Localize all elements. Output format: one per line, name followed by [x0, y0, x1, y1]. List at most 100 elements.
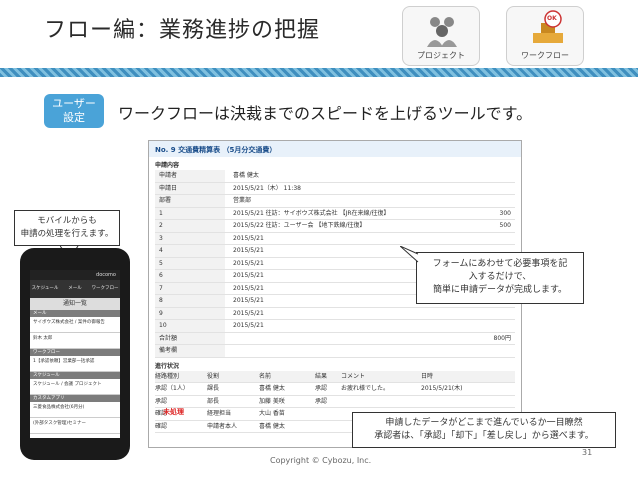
form-row: 申請日 2015/5/21（木） 11:38 [155, 182, 515, 195]
progress-header: 名前 [259, 372, 272, 380]
form-row-amount: 800円 [493, 334, 511, 342]
progress-cell [421, 396, 481, 408]
progress-header: 結果 [315, 372, 328, 380]
phone-row[interactable]: サイボウズ株式会社 / 案件の御報告 [30, 317, 120, 333]
workflow-label: ワークフロー [521, 51, 569, 60]
form-row: 合計額 800円 [155, 332, 515, 345]
header-stripe [0, 68, 638, 77]
form-row-amount: 500 [499, 222, 511, 229]
progress-cell: 喜橋 健太 [259, 385, 285, 392]
progress-header: 経路種別 [155, 372, 180, 380]
form-row-value: 2015/5/21 [233, 322, 264, 329]
form-row-key: 備考欄 [155, 345, 225, 357]
mobile-callout: モバイルからも 申請の処理を行えます。 [14, 210, 120, 246]
phone-row[interactable]: (外部タスク管理)セミナー [30, 418, 120, 434]
progress-cell [341, 396, 421, 408]
form-row-amount: 300 [499, 209, 511, 217]
phone-tab-workflow[interactable]: ワークフロー [90, 280, 120, 298]
form-row: 2 2015/5/22 往訪：ユーザー会 【地下鉄線/往復】 500 [155, 220, 515, 233]
badge-line1: ユーザー [52, 97, 96, 110]
phone-row[interactable]: 1【承認依頼】営業部一括承認 [30, 356, 120, 372]
stamp-icon [533, 10, 563, 43]
phone-status-bar: docomo [30, 270, 120, 280]
form-row-amount [475, 183, 515, 195]
form-row-key: 2 [155, 220, 225, 232]
form-row-amount [475, 233, 515, 245]
form-row-value: 2015/5/21 [233, 234, 264, 242]
phone-section: カスタムアプリ [30, 395, 120, 402]
form-row-value [225, 345, 475, 357]
copyright: Copyright © Cybozu, Inc. [270, 456, 372, 465]
form-row-value: 2015/5/21（木） 11:38 [233, 184, 301, 192]
section-application: 申請内容 [155, 162, 180, 169]
page-number: 31 [582, 448, 593, 457]
phone-tabs: スケジュール メール ワークフロー [30, 280, 120, 298]
form-callout-line2: 入するだけで、 [468, 272, 532, 282]
form-row-value [225, 333, 475, 345]
user-setting-badge: ユーザー 設定 [44, 94, 104, 128]
progress-cell: 喜橋 健太 [259, 422, 285, 430]
form-row-key: 3 [155, 232, 225, 244]
tagline: ワークフローは決裁までのスピードを上げるツールです。 [118, 104, 533, 123]
form-row-key: 申請日 [155, 182, 225, 194]
form-row-key: 10 [155, 320, 225, 332]
progress-header-row: 経路種別 役割 名前 結果 コメント 日時 [155, 370, 515, 383]
phone-tab-mail[interactable]: メール [60, 280, 90, 298]
progress-row: 承認 部長 加藤 美咲 承認 [155, 396, 515, 408]
phone-section: メール [30, 310, 120, 317]
form-row: 申請者 喜橋 健太 [155, 170, 515, 183]
page-title: フロー編：業務進捗の把握 [44, 18, 321, 43]
progress-cell: 課長 [207, 385, 220, 392]
progress-callout: 申請したデータがどこまで進んでいるか一目瞭然 承認者は、「承認」「却下」「差し戻… [352, 412, 616, 448]
workflow-app-icon[interactable]: OK ワークフロー [506, 6, 584, 66]
form-row: 1 2015/5/21 往訪：サイボウズ株式会社 【JR在来線/往復】 300 [155, 207, 515, 220]
progress-cell: 部長 [207, 397, 220, 405]
form-row: 10 2015/5/21 [155, 320, 515, 333]
form-row-key: 7 [155, 282, 225, 294]
progress-cell [315, 408, 341, 420]
form-row-amount [475, 320, 515, 332]
form-row-key: 5 [155, 257, 225, 269]
form-row-amount [475, 308, 515, 320]
phone-row[interactable]: 鈴木 太郎 [30, 333, 120, 349]
form-callout-line1: フォームにあわせて必要事項を記 [432, 259, 568, 269]
progress-cell: 承認 [155, 397, 168, 405]
progress-cell: 申請者本人 [207, 422, 238, 430]
progress-cell [315, 421, 341, 433]
form-row: 部署 営業部 [155, 195, 515, 208]
progress-header: コメント [341, 372, 366, 380]
form-row-key: 合計額 [155, 332, 225, 344]
form-row: 備考欄 [155, 345, 515, 358]
form-row-value: 2015/5/21 [233, 309, 264, 317]
form-row-key: 9 [155, 307, 225, 319]
progress-row: 承認（1人） 課長 喜橋 健太 承認 お疲れ様でした。 2015/5/21(木) [155, 383, 515, 396]
form-row-key: 申請者 [155, 170, 225, 182]
badge-line2: 設定 [63, 111, 85, 124]
people-icon [427, 17, 457, 47]
mobile-callout-line2: 申請の処理を行えます。 [20, 229, 114, 239]
section-progress: 進行状況 [155, 362, 180, 370]
progress-cell: 大山 香苗 [259, 410, 285, 417]
phone-section: ワークフロー [30, 349, 120, 356]
form-row-amount [475, 195, 515, 207]
progress-cell: お疲れ様でした。 [341, 385, 390, 392]
form-row-value: 喜橋 健太 [233, 172, 259, 179]
phone-screen: docomo スケジュール メール ワークフロー 通知一覧 メール サイボウズ株… [30, 270, 120, 438]
form-callout: フォームにあわせて必要事項を記 入するだけで、 簡単に申請データが完成します。 [416, 252, 584, 304]
phone-row[interactable]: 三菱食品株式会社(6月分) [30, 402, 120, 418]
form-row-value: 2015/5/22 往訪：ユーザー会 【地下鉄線/往復】 [233, 222, 366, 229]
form-row-value: 2015/5/21 往訪：サイボウズ株式会社 【JR在来線/往復】 [233, 209, 390, 217]
progress-cell: 承認 [315, 385, 328, 392]
progress-cell: 確認 [155, 422, 168, 430]
project-label: プロジェクト [417, 51, 465, 60]
progress-header: 役割 [207, 372, 220, 380]
form-row-value: 営業部 [233, 197, 252, 204]
phone-tab-schedule[interactable]: スケジュール [30, 280, 60, 298]
progress-callout-line2: 承認者は、「承認」「却下」「差し戻し」から選べます。 [374, 431, 594, 441]
phone-row[interactable]: スケジュール / 会議 プロジェクト [30, 379, 120, 395]
project-app-icon[interactable]: プロジェクト [402, 6, 480, 66]
form-row-amount [475, 345, 515, 357]
progress-cell: 加藤 美咲 [259, 397, 285, 405]
ok-stamp-text: OK [547, 15, 557, 22]
form-row: 9 2015/5/21 [155, 307, 515, 320]
